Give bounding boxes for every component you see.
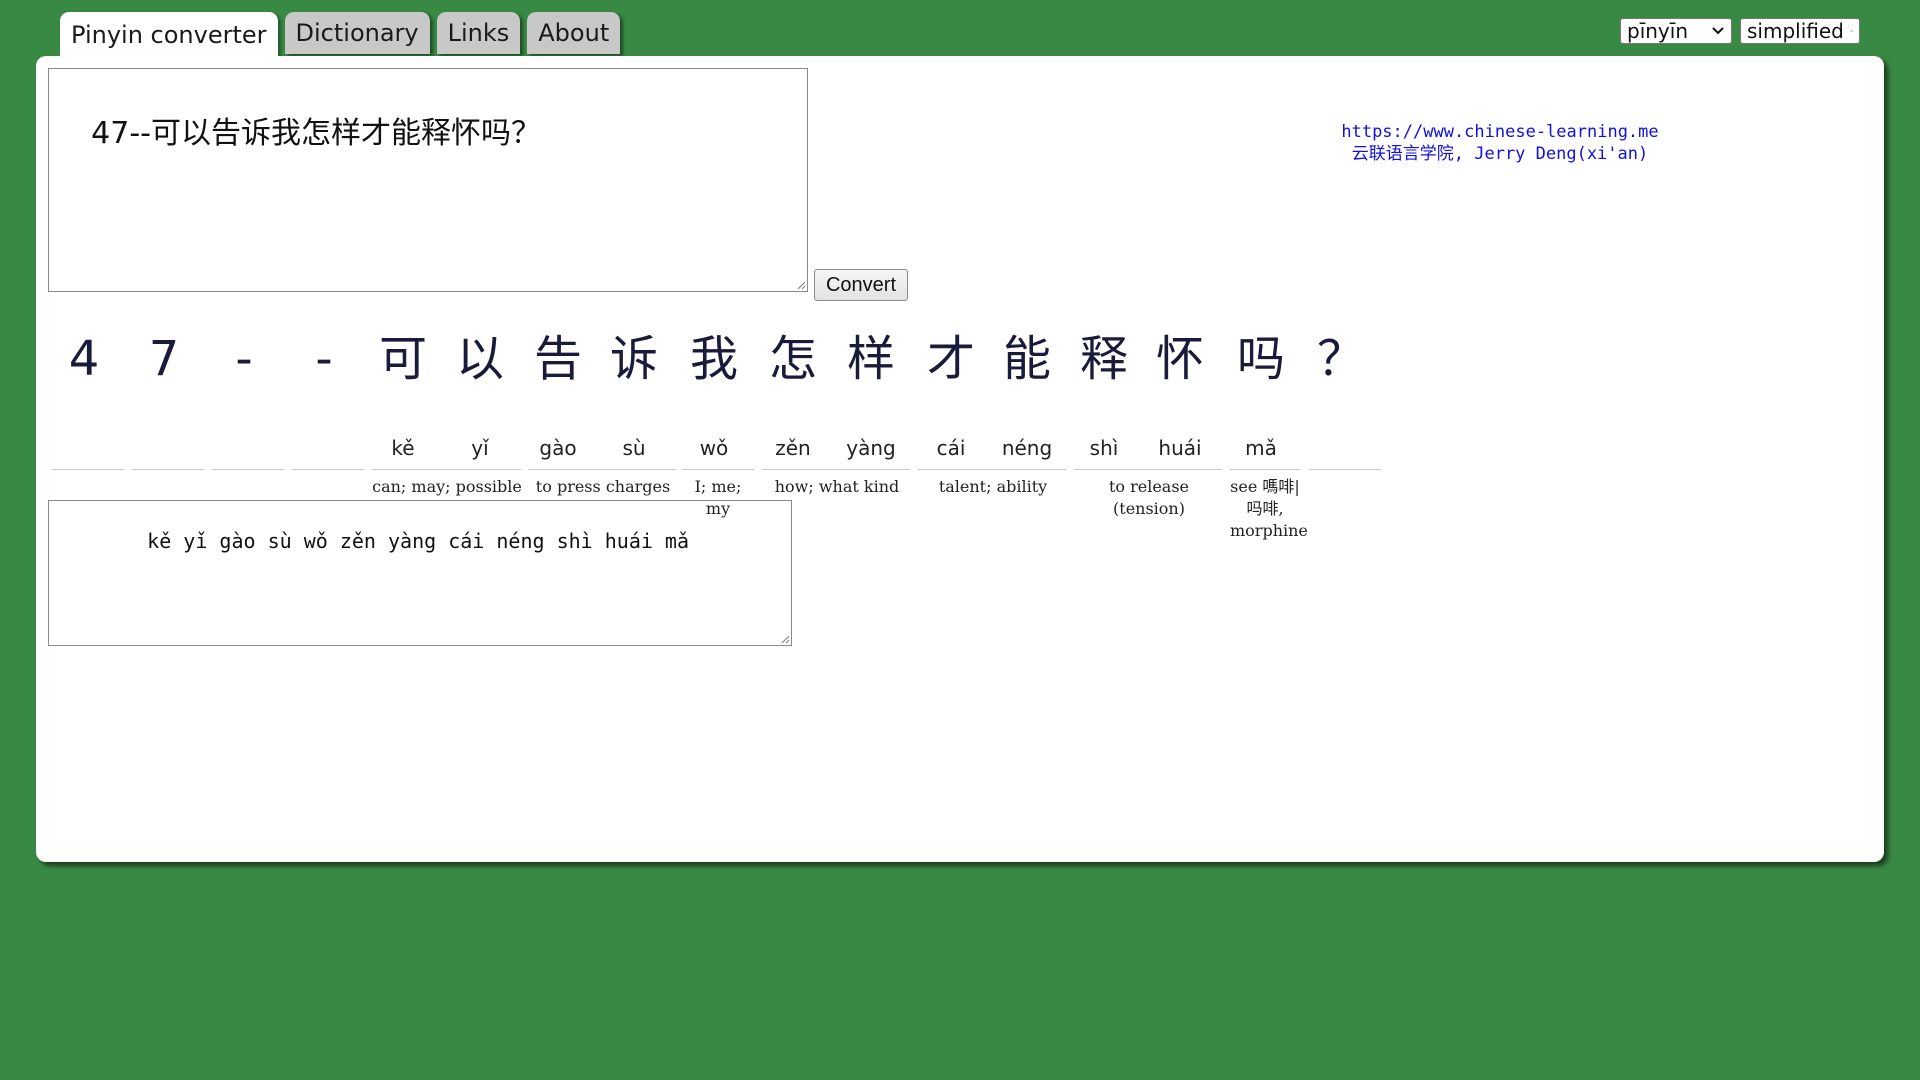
resize-grip-icon[interactable]: [780, 634, 790, 644]
char-cell[interactable]: 可: [371, 324, 435, 394]
definition-text: how; what kind: [774, 477, 900, 496]
site-link[interactable]: https://www.chinese-learning.me: [1300, 121, 1700, 143]
char-cell[interactable]: 4: [52, 324, 116, 394]
pinyin-label: mǎ: [1245, 436, 1277, 460]
pinyin-output-textarea[interactable]: kě yǐ gào sù wǒ zěn yàng cái néng shì hu…: [48, 500, 792, 646]
author-link[interactable]: 云联语言学院, Jerry Deng(xi'an): [1300, 143, 1700, 165]
char-cell[interactable]: ？: [1309, 324, 1373, 394]
word-underline: [528, 469, 676, 470]
chevron-down-icon: [1712, 27, 1724, 35]
chevron-down-icon: [1850, 30, 1853, 32]
char-cell[interactable]: 能: [995, 324, 1059, 394]
definition-text: can; may; possible: [372, 477, 522, 496]
option-selects: pīnyīn simplified: [1620, 18, 1860, 44]
char-cell[interactable]: 我: [682, 324, 746, 394]
char-cell[interactable]: 7: [132, 324, 196, 394]
word-underline: [372, 469, 521, 470]
convert-button[interactable]: Convert: [814, 269, 908, 301]
char-cell[interactable]: 样: [839, 324, 903, 394]
tone-mode-select[interactable]: pīnyīn: [1620, 18, 1732, 44]
resize-grip-icon[interactable]: [796, 280, 806, 290]
chinese-input-textarea[interactable]: 47--可以告诉我怎样才能释怀吗？: [48, 68, 808, 292]
output-text: kě yǐ gào sù wǒ zěn yàng cái néng shì hu…: [147, 529, 690, 553]
tab-dictionary[interactable]: Dictionary: [284, 12, 430, 54]
pinyin-label: néng: [1001, 436, 1053, 460]
pinyin-label: zěn: [775, 436, 811, 460]
word-underline: [1230, 469, 1300, 470]
word-underline: [292, 469, 364, 470]
char-cell[interactable]: 才: [919, 324, 983, 394]
definition-text: to release (tension): [1108, 477, 1190, 518]
pinyin-label: wǒ: [699, 436, 729, 460]
char-cell[interactable]: 释: [1072, 324, 1136, 394]
word-underline: [212, 469, 284, 470]
tone-mode-value: pīnyīn: [1627, 19, 1688, 43]
main-panel: 47--可以告诉我怎样才能释怀吗？ Convert https://www.ch…: [36, 56, 1884, 862]
pinyin-label: gào: [539, 436, 577, 460]
char-cell[interactable]: 怀: [1148, 324, 1212, 394]
pinyin-label: yǐ: [471, 436, 489, 460]
char-cell[interactable]: 告: [526, 324, 590, 394]
char-cell[interactable]: 吗: [1229, 324, 1293, 394]
char-cell[interactable]: -: [212, 324, 276, 394]
word-underline: [918, 469, 1066, 470]
char-cell[interactable]: 以: [448, 324, 512, 394]
tab-pinyin-converter[interactable]: Pinyin converter: [60, 12, 278, 57]
pinyin-label: sù: [622, 436, 646, 460]
pinyin-label: cái: [936, 436, 966, 460]
word-underline: [52, 469, 124, 470]
pinyin-label: huái: [1158, 436, 1202, 460]
script-select[interactable]: simplified: [1740, 18, 1860, 44]
tab-links[interactable]: Links: [436, 12, 521, 54]
word-underline: [1074, 469, 1222, 470]
credit-block: https://www.chinese-learning.me 云联语言学院, …: [1300, 121, 1700, 165]
char-cell[interactable]: 诉: [602, 324, 666, 394]
word-underline: [132, 469, 204, 470]
tab-about[interactable]: About: [527, 12, 621, 54]
script-value: simplified: [1747, 19, 1844, 43]
pinyin-label: kě: [391, 436, 415, 460]
char-cell[interactable]: 怎: [761, 324, 825, 394]
definition-text: see 嗎啡|吗啡, morphine: [1230, 477, 1308, 540]
pinyin-label: shì: [1089, 436, 1119, 460]
char-cell[interactable]: -: [292, 324, 356, 394]
definition-text: to press charges: [535, 477, 671, 496]
definition-text: talent; ability: [938, 477, 1048, 496]
word-underline: [1309, 469, 1381, 470]
tab-bar: Pinyin converter Dictionary Links About: [60, 12, 621, 57]
word-underline: [682, 469, 754, 470]
input-text: 47--可以告诉我怎样才能释怀吗？: [91, 116, 541, 151]
pinyin-label: yàng: [846, 436, 896, 460]
word-underline: [762, 469, 910, 470]
